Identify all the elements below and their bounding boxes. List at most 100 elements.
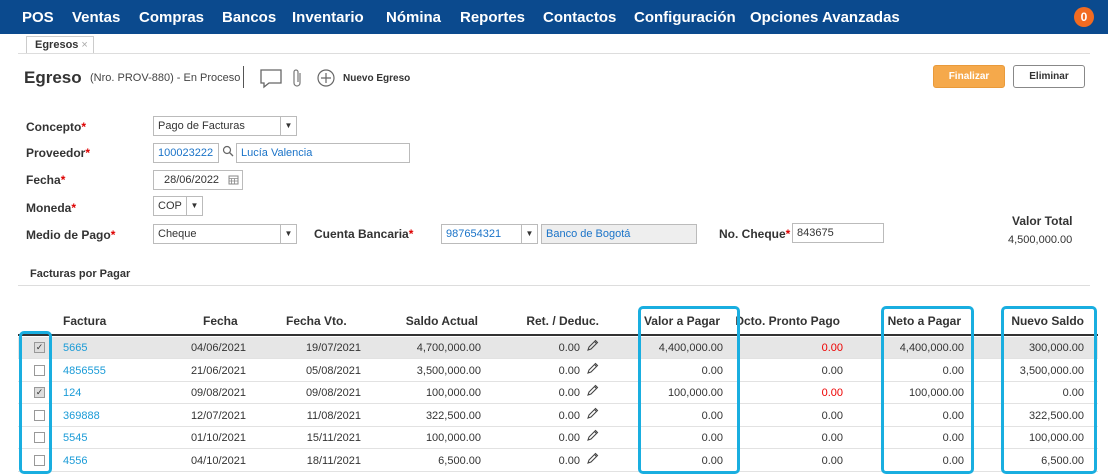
fecha-vto-cell: 19/07/2021 (305, 342, 361, 354)
fecha-cell: 21/06/2021 (190, 364, 246, 377)
nav-item-nomina[interactable]: Nómina (386, 9, 441, 26)
ret-cell: 0.00 (558, 364, 580, 377)
pencil-icon[interactable] (586, 384, 599, 400)
cuenta-bancaria-code: 987654321 (446, 228, 502, 240)
saldo-cell: 100,000.00 (425, 387, 481, 399)
nuevo-saldo-highlight (1001, 306, 1097, 474)
col-saldo-actual[interactable]: Saldo Actual (406, 314, 478, 328)
medio-pago-label: Medio de Pago* (26, 228, 116, 242)
moneda-select[interactable]: COP ▼ (153, 196, 203, 216)
fecha-cell: 09/08/2021 (190, 387, 246, 399)
valor-total-value: 4,500,000.00 (1008, 234, 1073, 246)
header-divider (243, 66, 244, 88)
factura-link[interactable]: 4856555 (63, 365, 106, 377)
pencil-icon[interactable] (586, 362, 599, 378)
tab-divider (18, 53, 1090, 54)
comment-icon[interactable] (259, 67, 283, 92)
saldo-cell: 6,500.00 (438, 454, 481, 467)
checkbox-column-highlight (19, 331, 52, 474)
nav-item-ventas[interactable]: Ventas (72, 9, 120, 26)
factura-link[interactable]: 369888 (63, 410, 100, 422)
fecha-input[interactable]: 28/06/2022 (153, 170, 243, 190)
factura-link[interactable]: 124 (63, 387, 81, 399)
factura-link[interactable]: 5665 (63, 342, 87, 354)
tab-label: Egresos (35, 39, 79, 51)
fecha-cell: 04/06/2021 (190, 342, 246, 354)
nav-item-bancos[interactable]: Bancos (222, 9, 276, 26)
new-egreso-button[interactable]: Nuevo Egreso (343, 73, 410, 84)
fecha-cell: 04/10/2021 (190, 454, 246, 467)
proveedor-label: Proveedor* (26, 146, 91, 160)
pencil-icon[interactable] (586, 452, 599, 468)
nav-item-inventario[interactable]: Inventario (292, 9, 364, 26)
chevron-down-icon: ▼ (280, 225, 296, 243)
nav-item-compras[interactable]: Compras (139, 9, 204, 26)
saldo-cell: 3,500,000.00 (416, 364, 481, 377)
pencil-icon[interactable] (586, 407, 599, 423)
page-title: Egreso (24, 68, 82, 87)
saldo-cell: 322,500.00 (425, 409, 481, 422)
nav-item-configuracion[interactable]: Configuración (634, 9, 736, 26)
fecha-vto-cell: 09/08/2021 (305, 387, 361, 399)
col-dcto-pronto-pago[interactable]: Dcto. Pronto Pago (735, 314, 840, 328)
cuenta-bancaria-select[interactable]: 987654321 ▼ (441, 224, 538, 244)
ret-cell: 0.00 (558, 387, 580, 399)
nav-item-contactos[interactable]: Contactos (543, 9, 616, 26)
fecha-vto-cell: 15/11/2021 (306, 432, 361, 444)
delete-button[interactable]: Eliminar (1013, 65, 1085, 88)
fecha-cell: 12/07/2021 (190, 409, 246, 422)
plus-circle-icon[interactable] (316, 67, 336, 92)
paperclip-icon[interactable] (291, 67, 303, 92)
chevron-down-icon: ▼ (521, 225, 537, 243)
top-navigation: POS Ventas Compras Bancos Inventario Nóm… (0, 0, 1108, 34)
factura-link[interactable]: 5545 (63, 432, 87, 444)
section-title: Facturas por Pagar (30, 268, 131, 280)
valor-total-label: Valor Total (1012, 214, 1073, 228)
nav-item-reportes[interactable]: Reportes (460, 9, 525, 26)
factura-link[interactable]: 4556 (63, 455, 87, 467)
proveedor-name-input[interactable]: Lucía Valencia (236, 143, 410, 163)
fecha-value: 28/06/2022 (164, 174, 220, 186)
col-fecha[interactable]: Fecha (203, 314, 238, 328)
dcto-cell: 0.00 (821, 409, 843, 422)
no-cheque-input[interactable]: 843675 (792, 223, 884, 243)
ret-cell: 0.00 (558, 454, 580, 467)
tab-egresos[interactable]: Egresos × (26, 36, 94, 54)
calendar-icon[interactable] (228, 174, 239, 188)
notification-badge[interactable]: 0 (1074, 7, 1094, 27)
concepto-select[interactable]: Pago de Facturas ▼ (153, 116, 297, 136)
nav-item-opciones-avanzadas[interactable]: Opciones Avanzadas (750, 9, 900, 26)
valor-a-pagar-highlight (638, 306, 740, 474)
saldo-cell: 100,000.00 (425, 432, 481, 444)
dcto-cell: 0.00 (821, 364, 843, 377)
dcto-cell: 0.00 (821, 342, 843, 354)
concepto-label: Concepto* (26, 120, 87, 134)
nav-item-pos[interactable]: POS (22, 9, 54, 26)
medio-pago-select[interactable]: Cheque ▼ (153, 224, 297, 244)
saldo-cell: 4,700,000.00 (416, 342, 481, 354)
cuenta-bancaria-label: Cuenta Bancaria* (314, 227, 414, 241)
chevron-down-icon: ▼ (280, 117, 296, 135)
concepto-value: Pago de Facturas (158, 120, 245, 132)
proveedor-code-input[interactable]: 100023222 (153, 143, 219, 163)
dcto-cell: 0.00 (821, 432, 843, 444)
fecha-vto-cell: 18/11/2021 (306, 454, 361, 467)
col-ret-deduc[interactable]: Ret. / Deduc. (526, 314, 599, 328)
col-fecha-vto[interactable]: Fecha Vto. (286, 314, 347, 328)
pencil-icon[interactable] (586, 429, 599, 445)
moneda-value: COP (158, 200, 182, 212)
finalize-button[interactable]: Finalizar (933, 65, 1005, 88)
ret-cell: 0.00 (558, 409, 580, 422)
ret-cell: 0.00 (558, 432, 580, 444)
close-icon[interactable]: × (81, 39, 87, 51)
search-icon[interactable] (222, 145, 234, 160)
no-cheque-label: No. Cheque* (719, 227, 791, 241)
neto-a-pagar-highlight (881, 306, 974, 474)
col-factura[interactable]: Factura (63, 314, 106, 328)
fecha-vto-cell: 11/08/2021 (306, 409, 361, 422)
fecha-vto-cell: 05/08/2021 (305, 364, 361, 377)
pencil-icon[interactable] (586, 339, 599, 355)
dcto-cell: 0.00 (821, 387, 843, 399)
fecha-label: Fecha* (26, 173, 66, 187)
moneda-label: Moneda* (26, 201, 77, 215)
